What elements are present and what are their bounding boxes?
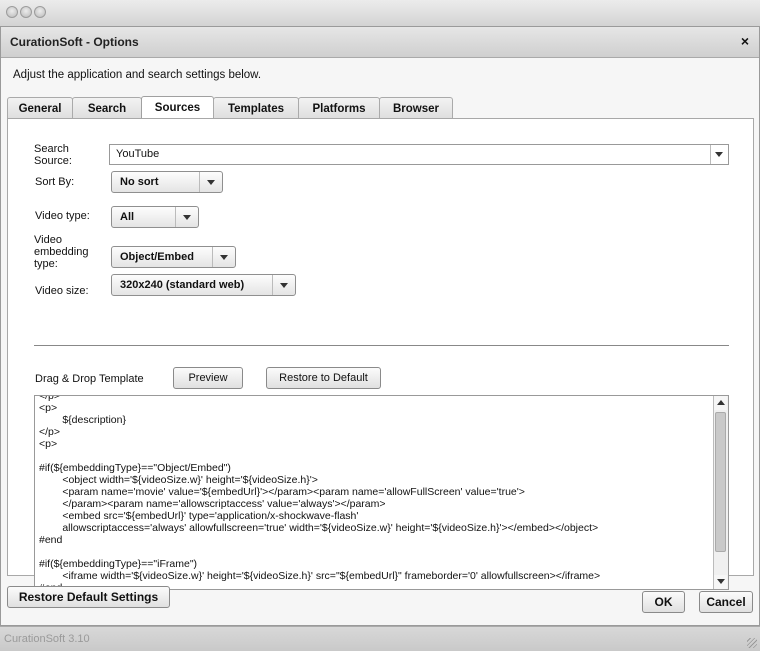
- close-window-dot-icon[interactable]: [6, 6, 18, 18]
- search-source-select[interactable]: YouTube: [109, 144, 729, 165]
- os-title-bar: [0, 0, 760, 27]
- video-size-value: 320x240 (standard web): [120, 279, 245, 291]
- tab-platforms[interactable]: Platforms: [298, 97, 380, 119]
- sort-by-select[interactable]: No sort: [111, 171, 223, 193]
- chevron-down-icon[interactable]: [175, 207, 198, 227]
- chevron-down-icon[interactable]: [710, 145, 728, 164]
- tab-templates[interactable]: Templates: [213, 97, 299, 119]
- template-label: Drag & Drop Template: [35, 373, 144, 385]
- restore-to-default-button[interactable]: Restore to Default: [266, 367, 381, 389]
- zoom-window-dot-icon[interactable]: [34, 6, 46, 18]
- sources-panel: Search Source: YouTube Sort By: No sort …: [7, 118, 754, 590]
- instruction-text: Adjust the application and search settin…: [13, 69, 262, 81]
- embed-type-value: Object/Embed: [120, 251, 194, 263]
- ok-button[interactable]: OK: [642, 591, 685, 613]
- close-icon[interactable]: ×: [741, 33, 749, 49]
- preview-button[interactable]: Preview: [173, 367, 243, 389]
- search-source-label: Search Source:: [34, 143, 72, 167]
- tab-search[interactable]: Search: [72, 97, 142, 119]
- video-type-select[interactable]: All: [111, 206, 199, 228]
- resize-grip-icon[interactable]: [747, 638, 757, 648]
- template-editor[interactable]: </p> <p> ${description} </p> <p> #if(${e…: [34, 395, 729, 590]
- sort-by-label: Sort By:: [35, 176, 75, 188]
- dialog-title: CurationSoft - Options: [10, 35, 139, 49]
- section-divider: [34, 345, 729, 346]
- embed-type-label: Video embedding type:: [34, 234, 89, 270]
- minimize-window-dot-icon[interactable]: [20, 6, 32, 18]
- video-type-value: All: [120, 211, 135, 223]
- restore-default-settings-button[interactable]: Restore Default Settings: [7, 586, 170, 608]
- cancel-button[interactable]: Cancel: [699, 591, 753, 613]
- scroll-up-icon[interactable]: [714, 396, 727, 410]
- video-type-label: Video type:: [35, 210, 90, 222]
- options-dialog: CurationSoft - Options × Adjust the appl…: [0, 26, 760, 626]
- scroll-down-icon[interactable]: [714, 575, 727, 589]
- status-bar: CurationSoft 3.10: [0, 626, 760, 651]
- chevron-down-icon[interactable]: [199, 172, 222, 192]
- search-source-value: YouTube: [116, 148, 160, 160]
- embed-type-select[interactable]: Object/Embed: [111, 246, 236, 268]
- video-size-label: Video size:: [35, 285, 89, 297]
- sort-by-value: No sort: [120, 176, 159, 188]
- scroll-thumb[interactable]: [715, 412, 726, 552]
- chevron-down-icon[interactable]: [212, 247, 235, 267]
- editor-scrollbar[interactable]: [713, 396, 728, 589]
- status-text: CurationSoft 3.10: [4, 633, 90, 645]
- tab-browser[interactable]: Browser: [379, 97, 453, 119]
- chevron-down-icon[interactable]: [272, 275, 295, 295]
- template-code[interactable]: </p> <p> ${description} </p> <p> #if(${e…: [39, 396, 715, 589]
- tab-sources[interactable]: Sources: [141, 96, 214, 120]
- tab-general[interactable]: General: [7, 97, 73, 119]
- video-size-select[interactable]: 320x240 (standard web): [111, 274, 296, 296]
- dialog-header: CurationSoft - Options ×: [1, 27, 759, 58]
